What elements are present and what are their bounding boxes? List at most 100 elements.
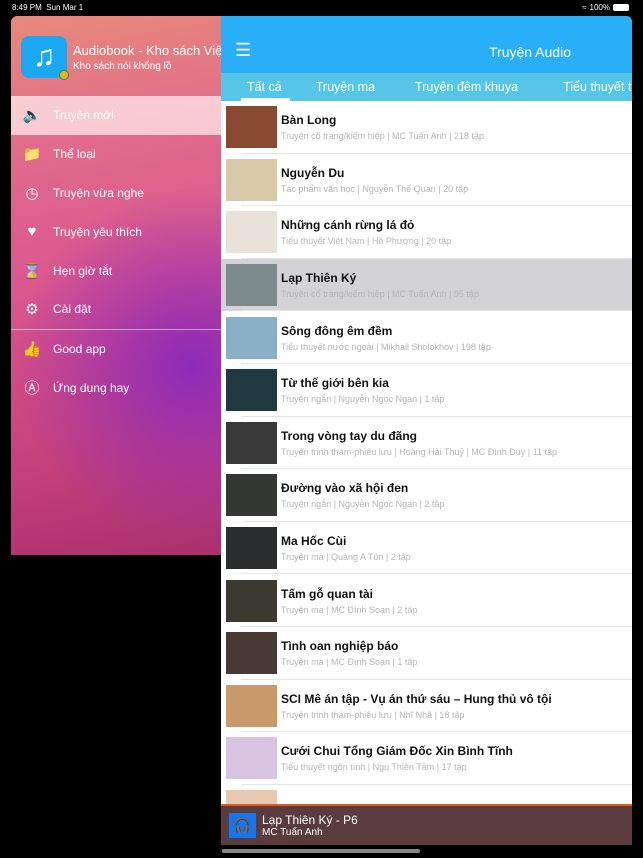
sidebar-item[interactable]: ◷ Truyện vừa nghe: [11, 174, 223, 213]
sidebar: ♫ Audiobook - Kho sách Việt Kho sách nói…: [11, 16, 223, 555]
cover-thumbnail: [226, 158, 277, 201]
cover-thumbnail: [226, 632, 277, 675]
story-title: Tình oan nghiệp báo: [281, 639, 399, 654]
list-item[interactable]: Sông đông êm đềm Tiểu thuyết nước ngoài |…: [221, 311, 632, 364]
list-item[interactable]: Tấm gỗ quan tài Truyện ma | MC Đình Soạn …: [221, 574, 632, 627]
battery-icon: [613, 4, 629, 11]
cover-thumbnail: [226, 421, 277, 464]
story-list[interactable]: Bàn Long Truyện cổ trang/kiếm hiệp | MC T…: [221, 101, 632, 837]
story-title: Sông đông êm đềm: [281, 323, 393, 338]
sidebar-item[interactable]: ♥ Truyện yêu thích: [11, 212, 223, 251]
list-item[interactable]: Ma Hốc Cùi Truyện ma | Quàng A Tũn | 2 tậ…: [221, 522, 632, 575]
cover-thumbnail: [226, 579, 277, 622]
cover-thumbnail: [226, 369, 277, 412]
music-note-icon: ♫: [21, 36, 69, 80]
sidebar-item[interactable]: 👍 Good app: [11, 330, 223, 369]
mini-player[interactable]: 🎧 Lạp Thiên Ký - P6 MC Tuấn Anh: [221, 804, 632, 845]
list-item[interactable]: Đường vào xã hội đen Truyện ngắn | Nguyễn…: [221, 469, 632, 522]
story-meta: Truyện cổ trang/kiếm hiệp | MC Tuấn Anh …: [281, 131, 484, 142]
headphones-icon: 🎧: [229, 813, 256, 838]
sidebar-item-label: Hẹn giờ tắt: [53, 263, 113, 278]
list-item[interactable]: SCI Mê án tập - Vụ án thứ sáu – Hung thủ…: [221, 680, 632, 733]
sidebar-item[interactable]: Ⓐ Ứng dụng hay: [11, 369, 223, 408]
folder-icon: 📁: [22, 146, 42, 164]
story-title: Từ thế giới bên kia: [281, 376, 389, 391]
sidebar-item-label: Truyện vừa nghe: [53, 185, 144, 200]
story-title: Nguyễn Du: [281, 165, 345, 180]
sidebar-item[interactable]: 🔈 Truyện mới: [11, 96, 223, 135]
sidebar-item-label: Truyện mới: [53, 108, 114, 123]
story-title: Đường vào xã hội đen: [281, 481, 409, 496]
list-item[interactable]: Bàn Long Truyện cổ trang/kiếm hiệp | MC T…: [221, 101, 632, 154]
tab-all[interactable]: Tất cả: [241, 73, 290, 101]
app-header: ♫ Audiobook - Kho sách Việt Kho sách nói…: [21, 36, 223, 80]
app-subtitle: Kho sách nói khổng lồ: [73, 60, 172, 72]
cover-thumbnail: [226, 684, 277, 727]
story-title: Ma Hốc Cùi: [281, 534, 347, 549]
player-subtitle: MC Tuấn Anh: [262, 827, 323, 838]
sidebar-item[interactable]: 📁 Thể loại: [11, 135, 223, 174]
phone-gear-icon: ⚙: [25, 301, 39, 319]
main-panel: ☰ Truyện Audio Tất cả Truyện ma Truyện đ…: [221, 16, 632, 845]
sidebar-item-label: Cài đặt: [53, 302, 92, 317]
page-title: Truyện Audio: [489, 44, 571, 60]
app-title: Audiobook - Kho sách Việt: [73, 42, 223, 58]
cover-thumbnail: [226, 106, 277, 149]
battery-percent: 100%: [589, 3, 610, 12]
story-meta: Tiểu thuyết ngôn tình | Ngu Thiên Tầm | …: [281, 762, 467, 773]
sidebar-item[interactable]: ⌛ Hẹn giờ tắt: [11, 251, 223, 290]
header: ☰ Truyện Audio: [221, 16, 632, 73]
story-meta: Truyện ngắn | Nguyễn Ngọc Ngạn | 1 tập: [281, 394, 445, 405]
cover-thumbnail: [226, 316, 277, 359]
category-tabs: Tất cả Truyện ma Truyện đêm khuya Tiểu t…: [221, 73, 632, 101]
story-meta: Truyện cổ trang/kiếm hiệp | MC Tuấn Anh …: [281, 289, 479, 300]
story-title: Cưới Chui Tổng Giám Đốc Xin Bình Tĩnh: [281, 744, 513, 759]
home-indicator: [222, 849, 420, 853]
heart-book-icon: ♥: [27, 223, 37, 241]
story-meta: Truyện ma | MC Đình Soạn | 1 tập: [281, 657, 418, 668]
status-bar: 8:49 PM Sun Mar 1 ≈100%: [0, 0, 643, 14]
clock-icon: ◷: [25, 184, 39, 202]
story-title: Bàn Long: [281, 113, 337, 128]
tab-night-stories[interactable]: Truyện đêm khuya: [415, 73, 518, 101]
sidebar-item[interactable]: ⚙ Cài đặt: [11, 290, 223, 329]
story-meta: Truyện ma | MC Đình Soạn | 2 tập: [281, 604, 418, 615]
story-title: Tấm gỗ quan tài: [281, 586, 374, 601]
story-title: Trong vòng tay du đãng: [281, 428, 417, 443]
list-item[interactable]: Trong vòng tay du đãng Truyện trinh thám-…: [221, 417, 632, 470]
story-meta: Truyện trinh thám-phiêu lưu | Hoàng Hải …: [281, 446, 557, 457]
story-title: Những cánh rừng lá đỏ: [281, 218, 415, 233]
list-item[interactable]: Nguyễn Du Tác phẩm văn học | Nguyễn Thế Q…: [221, 154, 632, 207]
cover-thumbnail: [226, 211, 277, 254]
cover-thumbnail: [226, 474, 277, 517]
story-title: Lạp Thiên Ký: [281, 271, 357, 286]
sidebar-item-label: Good app: [53, 342, 106, 357]
app-store-icon: Ⓐ: [24, 380, 40, 398]
hourglass-icon: ⌛: [22, 262, 42, 280]
story-meta: Truyện trinh thám-phiêu lưu | Nhĩ Nhã | …: [281, 709, 465, 720]
cover-thumbnail: [226, 737, 277, 780]
tab-ghost-stories[interactable]: Truyện ma: [316, 73, 375, 101]
cover-thumbnail: [226, 527, 277, 570]
list-item[interactable]: Những cánh rừng lá đỏ Tiểu thuyết Việt Na…: [221, 206, 632, 259]
list-item[interactable]: Lạp Thiên Ký Truyện cổ trang/kiếm hiệp | …: [221, 258, 632, 312]
tab-novels[interactable]: Tiểu thuyết tì: [563, 73, 632, 101]
story-meta: Truyện ma | Quàng A Tũn | 2 tập: [281, 552, 411, 563]
list-item[interactable]: Cưới Chui Tổng Giám Đốc Xin Bình Tĩnh Tiể…: [221, 732, 632, 785]
sidebar-item-label: Thể loại: [53, 147, 96, 162]
list-item[interactable]: Tình oan nghiệp báo Truyện ma | MC Đình S…: [221, 627, 632, 680]
player-title: Lạp Thiên Ký - P6: [262, 813, 358, 827]
story-title: SCI Mê án tập - Vụ án thứ sáu – Hung thủ…: [281, 691, 552, 706]
sidebar-item-label: Truyện yêu thích: [53, 224, 142, 239]
wifi-icon: ≈: [582, 3, 587, 12]
book-speaker-icon: 🔈: [22, 107, 42, 125]
story-meta: Tác phẩm văn học | Nguyễn Thế Quan | 20 …: [281, 183, 469, 194]
story-meta: Tiểu thuyết nước ngoài | Mikhail Sholokh…: [281, 341, 491, 352]
cover-thumbnail: [226, 264, 277, 307]
status-time: 8:49 PM Sun Mar 1: [12, 3, 84, 12]
story-meta: Truyện ngắn | Nguyễn Ngọc Ngạn | 2 tập: [281, 499, 445, 510]
hamburger-menu-icon[interactable]: ☰: [235, 40, 251, 61]
story-meta: Tiểu thuyết Việt Nam | Hồ Phương | 20 tậ…: [281, 236, 452, 247]
sidebar-item-label: Ứng dụng hay: [53, 380, 130, 395]
list-item[interactable]: Từ thế giới bên kia Truyện ngắn | Nguyễn …: [221, 364, 632, 417]
